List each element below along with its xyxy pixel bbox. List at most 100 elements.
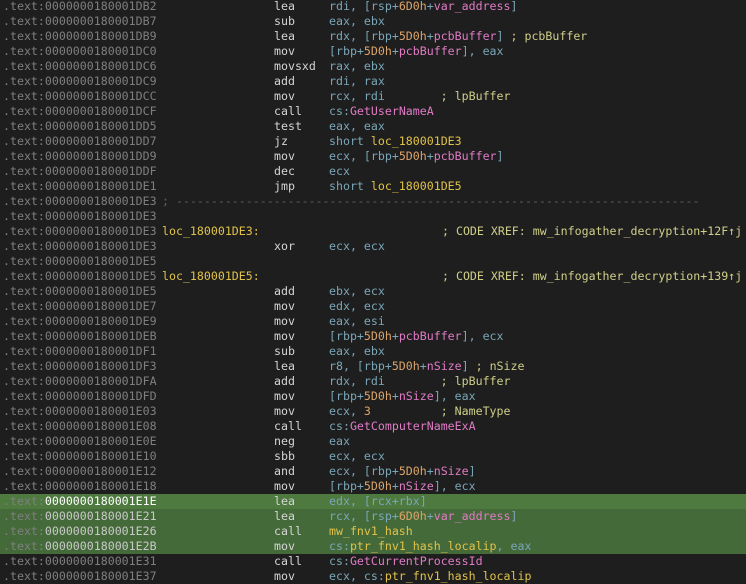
line-address[interactable]: .text:0000000180001E18 xyxy=(3,479,157,494)
line-address[interactable]: .text:0000000180001DCF xyxy=(3,104,157,119)
line-address[interactable]: .text:0000000180001DF1 xyxy=(3,344,157,359)
line-address[interactable]: .text:0000000180001DD9 xyxy=(3,149,157,164)
disasm-line[interactable]: .text:0000000180001DC9 add rdi, rax xyxy=(0,74,746,89)
line-address[interactable]: .text:0000000180001E10 xyxy=(3,449,157,464)
disasm-line[interactable]: .text:0000000180001DFD mov [rbp+5D0h+nSize… xyxy=(0,389,746,404)
line-address[interactable]: .text:0000000180001DE7 xyxy=(3,299,157,314)
disasm-line[interactable]: .text:0000000180001DD7 jz short loc_180001… xyxy=(0,134,746,149)
disasm-line[interactable]: .text:0000000180001DE3 ; ----------------… xyxy=(0,194,746,209)
disasm-line[interactable]: .text:0000000180001DE5 add ebx, ecx xyxy=(0,284,746,299)
operand-symbol[interactable]: nSize xyxy=(399,479,434,493)
line-address[interactable]: .text:0000000180001DDF xyxy=(3,164,157,179)
line-address[interactable]: .text:0000000180001DE9 xyxy=(3,314,157,329)
operand-symbol[interactable]: pcbBuffer xyxy=(399,329,462,343)
line-address[interactable]: .text:0000000180001DD5 xyxy=(3,119,157,134)
line-address[interactable]: .text:0000000180001E2B xyxy=(3,539,157,554)
disasm-line[interactable]: .text:0000000180001E21 lea rcx, [rsp+6D0h+… xyxy=(0,509,746,524)
operand-label[interactable]: mw_fnv1_hash xyxy=(329,524,413,538)
line-address[interactable]: .text:0000000180001DE3 xyxy=(3,239,157,254)
disassembly-listing[interactable]: .text:0000000180001DB2 lea rdi, [rsp+6D0h+… xyxy=(0,0,746,583)
line-address[interactable]: .text:0000000180001E03 xyxy=(3,404,157,419)
line-address[interactable]: .text:0000000180001E12 xyxy=(3,464,157,479)
line-address[interactable]: .text:0000000180001DC6 xyxy=(3,59,157,74)
disasm-line[interactable]: .text:0000000180001DE9 mov eax, esi xyxy=(0,314,746,329)
disasm-line[interactable]: .text:0000000180001E31 call cs:GetCurrentP… xyxy=(0,554,746,569)
operand-symbol[interactable]: pcbBuffer xyxy=(399,44,462,58)
line-address[interactable]: .text:0000000180001DEB xyxy=(3,329,157,344)
operand-symbol[interactable]: nSize xyxy=(399,389,434,403)
line-address[interactable]: .text:0000000180001E0E xyxy=(3,434,157,449)
line-address[interactable]: .text:0000000180001DB9 xyxy=(3,29,157,44)
disasm-line[interactable]: .text:0000000180001DE7 mov edx, ecx xyxy=(0,299,746,314)
line-address[interactable]: .text:0000000180001DF3 xyxy=(3,359,157,374)
disasm-line[interactable]: .text:0000000180001E2B mov cs:ptr_fnv1_has… xyxy=(0,539,746,554)
disasm-line[interactable]: .text:0000000180001DB9 lea rdx, [rbp+5D0h+… xyxy=(0,29,746,44)
operand-symbol[interactable]: nSize xyxy=(427,359,462,373)
disasm-line[interactable]: .text:0000000180001DDF dec ecx xyxy=(0,164,746,179)
disasm-line[interactable]: .text:0000000180001DD5 test eax, eax xyxy=(0,119,746,134)
location-label[interactable]: loc_180001DE3: xyxy=(162,224,260,239)
line-address[interactable]: .text:0000000180001E37 xyxy=(3,569,157,584)
line-address[interactable]: .text:0000000180001DE5 xyxy=(3,269,157,284)
operand-symbol[interactable]: var_address xyxy=(434,509,511,523)
operand-symbol[interactable]: pcbBuffer xyxy=(434,29,497,43)
line-address[interactable]: .text:0000000180001E1E xyxy=(3,494,157,509)
operand-api[interactable]: GetUserNameA xyxy=(350,104,434,118)
operand-api[interactable]: GetCurrentProcessId xyxy=(350,554,483,568)
xref-comment[interactable]: ; CODE XREF: mw_infogather_decryption+13… xyxy=(442,269,742,284)
disasm-line[interactable]: .text:0000000180001DC6 movsxd rax, ebx xyxy=(0,59,746,74)
disasm-line[interactable]: .text:0000000180001E26 call mw_fnv1_hash xyxy=(0,524,746,539)
operand-label[interactable]: loc_180001DE3 xyxy=(371,134,462,148)
disasm-line[interactable]: .text:0000000180001E18 mov [rbp+5D0h+nSize… xyxy=(0,479,746,494)
operand-api[interactable]: GetComputerNameExA xyxy=(350,419,476,433)
disasm-line[interactable]: .text:0000000180001DC0 mov [rbp+5D0h+pcbBu… xyxy=(0,44,746,59)
line-address[interactable]: .text:0000000180001DB7 xyxy=(3,14,157,29)
operand-symbol[interactable]: nSize xyxy=(434,464,469,478)
disasm-line[interactable]: .text:0000000180001DB2 lea rdi, [rsp+6D0h+… xyxy=(0,0,746,14)
xref-comment[interactable]: ; CODE XREF: mw_infogather_decryption+12… xyxy=(442,224,742,239)
disasm-line[interactable]: .text:0000000180001DCC mov rcx, rdi ; lpBu… xyxy=(0,89,746,104)
disasm-line[interactable]: .text:0000000180001DB7 sub eax, ebx xyxy=(0,14,746,29)
disasm-line[interactable]: .text:0000000180001E0E neg eax xyxy=(0,434,746,449)
disasm-line[interactable]: .text:0000000180001DE5 loc_180001DE5: ; CO… xyxy=(0,269,746,284)
line-address[interactable]: .text:0000000180001DFA xyxy=(3,374,157,389)
disasm-line[interactable]: .text:0000000180001DE5 xyxy=(0,254,746,269)
disasm-line[interactable]: .text:0000000180001E03 mov ecx, 3 ; NameTy… xyxy=(0,404,746,419)
line-address[interactable]: .text:0000000180001DE3 xyxy=(3,194,157,209)
disasm-line[interactable]: .text:0000000180001E10 sbb ecx, ecx xyxy=(0,449,746,464)
line-address[interactable]: .text:0000000180001E08 xyxy=(3,419,157,434)
location-label[interactable]: loc_180001DE5: xyxy=(162,269,260,284)
disasm-line[interactable]: .text:0000000180001DF3 lea r8, [rbp+5D0h+n… xyxy=(0,359,746,374)
line-address[interactable]: .text:0000000180001DD7 xyxy=(3,134,157,149)
line-address[interactable]: .text:0000000180001DE3 xyxy=(3,209,157,224)
line-address[interactable]: .text:0000000180001E26 xyxy=(3,524,157,539)
disasm-line[interactable]: .text:0000000180001DF1 sub eax, ebx xyxy=(0,344,746,359)
line-address[interactable]: .text:0000000180001DFD xyxy=(3,389,157,404)
operand-label[interactable]: ptr_fnv1_hash_localip xyxy=(350,539,497,553)
disasm-line[interactable]: .text:0000000180001E1E lea edx, [rcx+rbx] xyxy=(0,494,746,509)
disasm-line[interactable]: .text:0000000180001DE3 loc_180001DE3: ; CO… xyxy=(0,224,746,239)
line-address[interactable]: .text:0000000180001DE5 xyxy=(3,284,157,299)
line-address[interactable]: .text:0000000180001E31 xyxy=(3,554,157,569)
operand-symbol[interactable]: var_address xyxy=(434,0,511,13)
disasm-line[interactable]: .text:0000000180001DFA add rdx, rdi ; lpBu… xyxy=(0,374,746,389)
disasm-line[interactable]: .text:0000000180001E08 call cs:GetComputer… xyxy=(0,419,746,434)
line-address[interactable]: .text:0000000180001DB2 xyxy=(3,0,157,14)
line-address[interactable]: .text:0000000180001DE5 xyxy=(3,254,157,269)
operand-label[interactable]: ptr_fnv1_hash_localip xyxy=(385,569,532,583)
disasm-line[interactable]: .text:0000000180001DE1 jmp short loc_18000… xyxy=(0,179,746,194)
disasm-line[interactable]: .text:0000000180001DE3 xor ecx, ecx xyxy=(0,239,746,254)
line-address[interactable]: .text:0000000180001DE1 xyxy=(3,179,157,194)
disasm-line[interactable]: .text:0000000180001E37 mov ecx, cs:ptr_fnv… xyxy=(0,569,746,584)
line-address[interactable]: .text:0000000180001E21 xyxy=(3,509,157,524)
disasm-line[interactable]: .text:0000000180001DE3 xyxy=(0,209,746,224)
line-address[interactable]: .text:0000000180001DC9 xyxy=(3,74,157,89)
line-address[interactable]: .text:0000000180001DE3 xyxy=(3,224,157,239)
disasm-line[interactable]: .text:0000000180001DCF call cs:GetUserName… xyxy=(0,104,746,119)
line-address[interactable]: .text:0000000180001DC0 xyxy=(3,44,157,59)
operand-label[interactable]: loc_180001DE5 xyxy=(371,179,462,193)
disasm-line[interactable]: .text:0000000180001DEB mov [rbp+5D0h+pcbBu… xyxy=(0,329,746,344)
disasm-line[interactable]: .text:0000000180001E12 and ecx, [rbp+5D0h+… xyxy=(0,464,746,479)
disasm-line[interactable]: .text:0000000180001DD9 mov ecx, [rbp+5D0h+… xyxy=(0,149,746,164)
operand-symbol[interactable]: pcbBuffer xyxy=(434,149,497,163)
